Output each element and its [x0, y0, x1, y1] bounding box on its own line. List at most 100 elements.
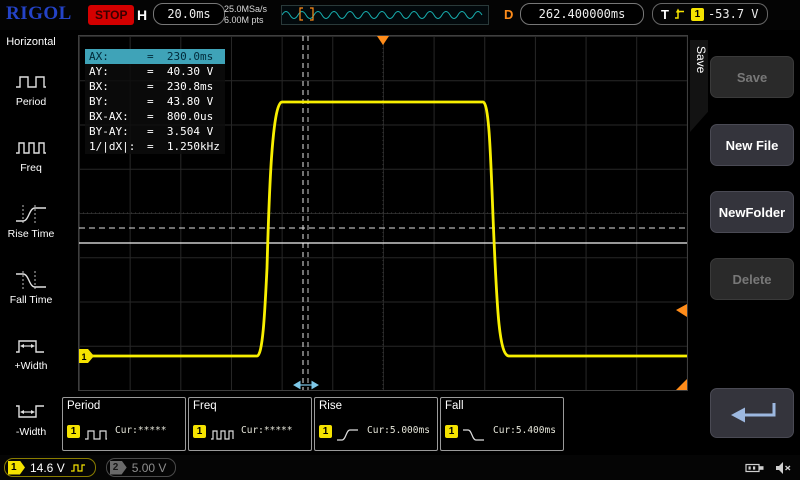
menu-item-label: +Width	[15, 360, 48, 372]
return-button[interactable]	[710, 388, 794, 438]
measurement-rise[interactable]: Rise 1 Cur:5.000ms Avg:5.000ms Max:5.000…	[314, 397, 438, 451]
trigger-level-marker-icon[interactable]	[676, 304, 687, 317]
period-measure-icon	[83, 426, 109, 444]
rigol-logo: RIGOL	[6, 3, 72, 25]
menu-item-freq[interactable]: Freq	[0, 122, 62, 188]
trigger-level-value: -53.7 V	[708, 7, 759, 21]
cursor-row-by-ay: BY-AY: = 3.504 V	[85, 124, 225, 139]
channel1-coupling-icon	[70, 463, 86, 473]
usb-icon	[745, 462, 765, 474]
measurement-channel-badge: 1	[319, 425, 332, 438]
menu-item-label: -Width	[16, 426, 46, 438]
measurement-fall[interactable]: Fall 1 Cur:5.400ms Avg:5.400ms Max:5.400…	[440, 397, 564, 451]
measurement-name: Period	[67, 400, 100, 412]
cursor-row-value: = 1.250kHz	[147, 139, 220, 154]
menu-item-label: Period	[16, 96, 46, 108]
menu-item-period[interactable]: Period	[0, 56, 62, 122]
new-folder-button[interactable]: NewFolder	[710, 191, 794, 233]
channel2-scale: 5.00 V	[132, 461, 167, 475]
cursor-row-bx: BX: = 230.8ms	[85, 79, 225, 94]
measurement-period[interactable]: Period 1 Cur:***** Avg:***** Max:***** M…	[62, 397, 186, 451]
memory-waveform-preview	[281, 5, 489, 25]
trigger-position-marker-icon[interactable]	[377, 36, 389, 45]
trigger-slope-icon	[673, 7, 687, 21]
waveform-display: 1 AX: = 230.0ms AY: = 40.30 V BX: = 230.…	[78, 35, 688, 391]
measure-menu-title: Horizontal	[0, 30, 62, 56]
new-file-button[interactable]: New File	[710, 124, 794, 166]
oscilloscope-screen: RIGOL STOP H 20.0ms 25.0MSa/s 6.00M pts …	[0, 0, 800, 480]
cursor-row-ax: AX: = 230.0ms	[85, 49, 225, 64]
channel-status-bar: 1 14.6 V 2 5.00 V	[0, 455, 800, 480]
return-arrow-icon	[720, 398, 784, 428]
freq-measure-icon	[209, 426, 235, 444]
measurement-freq[interactable]: Freq 1 Cur:***** Avg:***** Max:***** Min…	[188, 397, 312, 451]
cursor-row-value: = 230.8ms	[147, 79, 213, 94]
rise-time-icon	[13, 202, 49, 226]
cursor-row-value: = 800.0us	[147, 109, 213, 124]
save-menu: Save Save New File NewFolder Delete	[688, 30, 800, 455]
cursor-row-label: 1/|dX|:	[89, 139, 147, 154]
menu-item-label: Rise Time	[8, 228, 55, 240]
delete-button[interactable]: Delete	[710, 258, 794, 300]
delay-clamp-marker-icon	[676, 379, 687, 390]
freq-icon	[13, 136, 49, 160]
cursor-row-label: BX:	[89, 79, 147, 94]
sample-rate: 25.0MSa/s	[224, 4, 267, 15]
fall-measure-icon	[461, 426, 487, 444]
cursor-row-value: = 43.80 V	[147, 94, 213, 109]
cursor-drag-handle-icon[interactable]	[294, 382, 318, 389]
period-icon	[13, 70, 49, 94]
menu-item-fall-time[interactable]: Fall Time	[0, 254, 62, 320]
cursor-row-label: AX:	[89, 49, 147, 64]
cursor-row-ay: AY: = 40.30 V	[85, 64, 225, 79]
cursor-row-label: AY:	[89, 64, 147, 79]
delay-value: 262.400000ms	[520, 3, 644, 25]
menu-item-label: Fall Time	[10, 294, 53, 306]
cursor-row-label: BX-AX:	[89, 109, 147, 124]
measurement-channel-badge: 1	[445, 425, 458, 438]
horizontal-label: H	[137, 7, 147, 23]
menu-item-plus-width[interactable]: +Width	[0, 320, 62, 386]
channel1-status[interactable]: 1 14.6 V	[4, 458, 96, 477]
menu-item-label: Freq	[20, 162, 42, 174]
cursor-row-by: BY: = 43.80 V	[85, 94, 225, 109]
cursor-row-value: = 3.504 V	[147, 124, 213, 139]
timebase-value: 20.0ms	[153, 3, 225, 25]
menu-item-minus-width[interactable]: -Width	[0, 386, 62, 452]
top-status-bar: RIGOL STOP H 20.0ms 25.0MSa/s 6.00M pts …	[0, 0, 800, 30]
save-menu-tab: Save	[690, 40, 708, 132]
memory-depth: 6.00M pts	[224, 15, 267, 26]
speaker-muted-icon	[775, 461, 792, 475]
save-button[interactable]: Save	[710, 56, 794, 98]
cursor-readout-panel: AX: = 230.0ms AY: = 40.30 V BX: = 230.8m…	[85, 49, 225, 154]
measurement-channel-badge: 1	[193, 425, 206, 438]
plus-width-icon	[13, 334, 49, 358]
ch1-marker-label: 1	[82, 352, 87, 362]
rise-measure-icon	[335, 426, 361, 444]
trigger-status: T 1 -53.7 V	[652, 3, 768, 25]
delay-label: D	[504, 7, 513, 22]
trigger-label: T	[661, 7, 669, 22]
channel1-badge: 1	[8, 461, 25, 475]
cursor-row-label: BY:	[89, 94, 147, 109]
preview-waveform-icon	[282, 6, 486, 22]
fall-time-icon	[13, 268, 49, 292]
cursor-row-label: BY-AY:	[89, 124, 147, 139]
measurement-name: Rise	[319, 400, 342, 412]
measurement-channel-badge: 1	[67, 425, 80, 438]
minus-width-icon	[13, 400, 49, 424]
channel2-status[interactable]: 2 5.00 V	[106, 458, 177, 477]
cursor-row-bx-ax: BX-AX: = 800.0us	[85, 109, 225, 124]
menu-item-rise-time[interactable]: Rise Time	[0, 188, 62, 254]
measurement-name: Freq	[193, 400, 217, 412]
measure-menu: Horizontal Period Freq Rise Time	[0, 30, 62, 455]
run-state-badge[interactable]: STOP	[88, 5, 134, 25]
trigger-source-badge: 1	[691, 8, 704, 21]
measurement-name: Fall	[445, 400, 464, 412]
status-icons	[745, 461, 792, 475]
cursor-row-inv-dx: 1/|dX|: = 1.250kHz	[85, 139, 225, 154]
cursor-row-value: = 40.30 V	[147, 64, 213, 79]
sample-info: 25.0MSa/s 6.00M pts	[224, 4, 267, 26]
channel1-scale: 14.6 V	[30, 461, 65, 475]
ch1-position-marker[interactable]: 1	[79, 349, 94, 363]
